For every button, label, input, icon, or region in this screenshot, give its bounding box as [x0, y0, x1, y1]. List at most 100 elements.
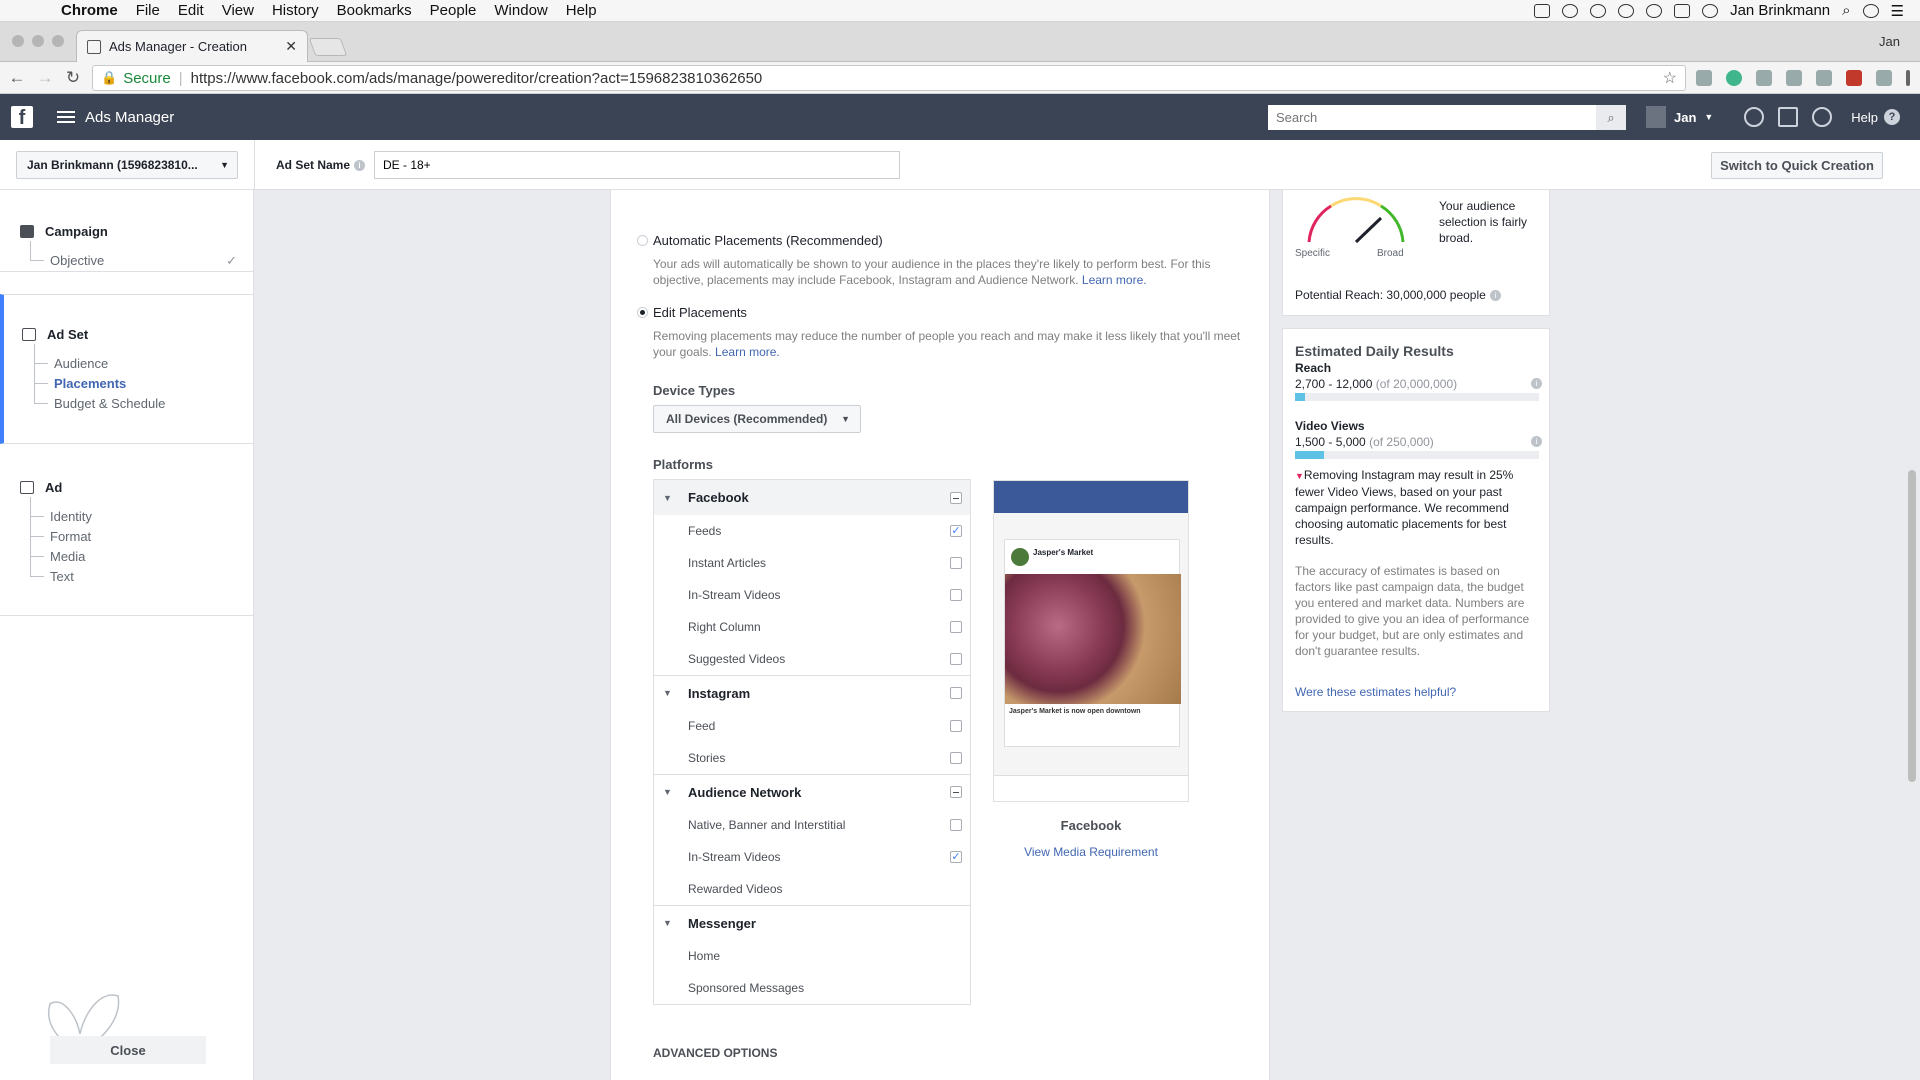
menubar-user[interactable]: Jan Brinkmann: [1730, 2, 1830, 19]
placement-item[interactable]: Right Column: [654, 611, 970, 643]
collapse-triangle-icon[interactable]: ▼: [663, 493, 672, 503]
camera-icon[interactable]: [1534, 3, 1551, 18]
placement-item[interactable]: In-Stream Videos ✓: [654, 841, 970, 873]
spotlight-search-icon[interactable]: ⌕: [1842, 2, 1850, 19]
close-button[interactable]: Close: [50, 1036, 206, 1064]
info-icon[interactable]: i: [1531, 378, 1542, 389]
extension-3-icon[interactable]: [1756, 70, 1772, 86]
url-text[interactable]: https://www.facebook.com/ads/manage/powe…: [191, 70, 763, 87]
menu-app-name[interactable]: Chrome: [52, 2, 127, 19]
bookmark-star-icon[interactable]: ☆: [1663, 68, 1677, 88]
new-tab-button[interactable]: [308, 38, 348, 56]
device-types-dropdown[interactable]: All Devices (Recommended) ▼: [653, 405, 861, 433]
user-menu[interactable]: Jan ▼: [1646, 106, 1713, 128]
browser-tab[interactable]: Ads Manager - Creation ✕: [76, 30, 308, 62]
page-scrollbar[interactable]: [1908, 470, 1916, 782]
headphones-icon[interactable]: [1646, 3, 1663, 18]
cloud-icon[interactable]: [1590, 3, 1607, 18]
placement-item[interactable]: Feeds ✓: [654, 515, 970, 547]
sidebar-item-budget-schedule[interactable]: Budget & Schedule: [4, 384, 253, 414]
group-checkbox[interactable]: [950, 687, 962, 699]
forward-arrow-icon[interactable]: →: [34, 68, 56, 88]
placement-item[interactable]: Instant Articles: [654, 547, 970, 579]
menu-history[interactable]: History: [263, 2, 328, 19]
adset-name-input[interactable]: [374, 151, 900, 179]
placement-checkbox[interactable]: ✓: [950, 851, 962, 863]
placement-checkbox[interactable]: [950, 720, 962, 732]
automatic-placements-radio[interactable]: [637, 235, 648, 246]
menu-file[interactable]: File: [127, 2, 169, 19]
hamburger-menu-icon[interactable]: [57, 108, 75, 126]
gear-icon[interactable]: [1812, 107, 1832, 127]
group-checkbox[interactable]: [950, 786, 962, 798]
airplay-icon[interactable]: [1674, 3, 1691, 18]
menu-view[interactable]: View: [213, 2, 263, 19]
chrome-menu-icon[interactable]: [1906, 70, 1910, 86]
switch-quick-creation-button[interactable]: Switch to Quick Creation: [1711, 152, 1883, 179]
learn-more-link[interactable]: Learn more.: [715, 345, 780, 359]
placement-checkbox[interactable]: [950, 589, 962, 601]
close-tab-icon[interactable]: ✕: [285, 38, 297, 55]
placement-item[interactable]: Feed: [654, 710, 970, 742]
placement-item[interactable]: Rewarded Videos: [654, 873, 970, 905]
flag-notifications-icon[interactable]: [1778, 107, 1798, 127]
group-checkbox[interactable]: [950, 491, 962, 504]
reload-icon[interactable]: ↻: [62, 68, 84, 88]
search-icon[interactable]: ⌕: [1596, 105, 1626, 130]
placement-item[interactable]: Suggested Videos: [654, 643, 970, 675]
extension-m-icon[interactable]: [1726, 70, 1742, 86]
collapse-triangle-icon[interactable]: ▼: [663, 787, 672, 797]
extension-4-icon[interactable]: [1786, 70, 1802, 86]
help-link[interactable]: Help ?: [1851, 109, 1900, 125]
extension-5-icon[interactable]: [1816, 70, 1832, 86]
placement-item[interactable]: In-Stream Videos: [654, 579, 970, 611]
placement-checkbox[interactable]: [950, 557, 962, 569]
sidebar-item-campaign[interactable]: Campaign: [0, 224, 253, 239]
placement-item[interactable]: Native, Banner and Interstitial: [654, 809, 970, 841]
collapse-triangle-icon[interactable]: ▼: [663, 918, 672, 928]
minimize-window-button[interactable]: [32, 35, 44, 47]
info-icon[interactable]: i: [1531, 436, 1542, 447]
placement-item[interactable]: Home: [654, 940, 970, 972]
placement-checkbox[interactable]: [950, 621, 962, 633]
sidebar-item-adset[interactable]: Ad Set: [4, 327, 253, 342]
advanced-options-toggle[interactable]: ADVANCED OPTIONS: [653, 1046, 777, 1060]
back-arrow-icon[interactable]: ←: [6, 68, 28, 88]
address-bar[interactable]: 🔒 Secure | https://www.facebook.com/ads/…: [92, 65, 1686, 91]
extension-6-icon[interactable]: [1846, 70, 1862, 86]
zoom-window-button[interactable]: [52, 35, 64, 47]
platform-group-audience-network[interactable]: ▼ Audience Network: [654, 774, 970, 809]
info-icon[interactable]: i: [1489, 290, 1501, 302]
menu-bookmarks[interactable]: Bookmarks: [328, 2, 421, 19]
account-selector[interactable]: Jan Brinkmann (1596823810... ▼: [16, 151, 238, 179]
notification-center-icon[interactable]: ☰: [1891, 2, 1904, 20]
globe-icon[interactable]: [1744, 107, 1764, 127]
menu-help[interactable]: Help: [557, 2, 606, 19]
learn-more-link[interactable]: Learn more.: [1082, 273, 1147, 287]
profile-name[interactable]: Jan: [1879, 34, 1900, 49]
view-media-requirement-link[interactable]: View Media Requirement: [993, 845, 1189, 859]
placement-checkbox[interactable]: ✓: [950, 525, 962, 537]
collapse-triangle-icon[interactable]: ▼: [663, 688, 672, 698]
app-title[interactable]: Ads Manager: [85, 109, 174, 126]
placement-checkbox[interactable]: [950, 653, 962, 665]
placement-checkbox[interactable]: [950, 819, 962, 831]
search-input[interactable]: [1268, 105, 1596, 130]
extension-puzzle-icon[interactable]: [1876, 70, 1892, 86]
menu-edit[interactable]: Edit: [169, 2, 213, 19]
facebook-logo-icon[interactable]: f: [11, 106, 33, 129]
platform-group-facebook[interactable]: ▼ Facebook: [654, 480, 970, 515]
sync-icon[interactable]: [1562, 3, 1579, 18]
extension-1password-icon[interactable]: [1696, 70, 1712, 86]
menu-window[interactable]: Window: [485, 2, 556, 19]
sidebar-item-ad[interactable]: Ad: [0, 480, 253, 495]
sidebar-item-objective[interactable]: Objective ✓: [0, 241, 253, 271]
platform-group-messenger[interactable]: ▼ Messenger: [654, 905, 970, 940]
siri-icon[interactable]: [1862, 3, 1879, 18]
placement-checkbox[interactable]: [950, 752, 962, 764]
platform-group-instagram[interactable]: ▼ Instagram: [654, 675, 970, 710]
estimates-helpful-link[interactable]: Were these estimates helpful?: [1295, 685, 1456, 699]
edit-placements-radio[interactable]: [637, 307, 648, 318]
close-window-button[interactable]: [12, 35, 24, 47]
password-icon[interactable]: [1618, 3, 1635, 18]
